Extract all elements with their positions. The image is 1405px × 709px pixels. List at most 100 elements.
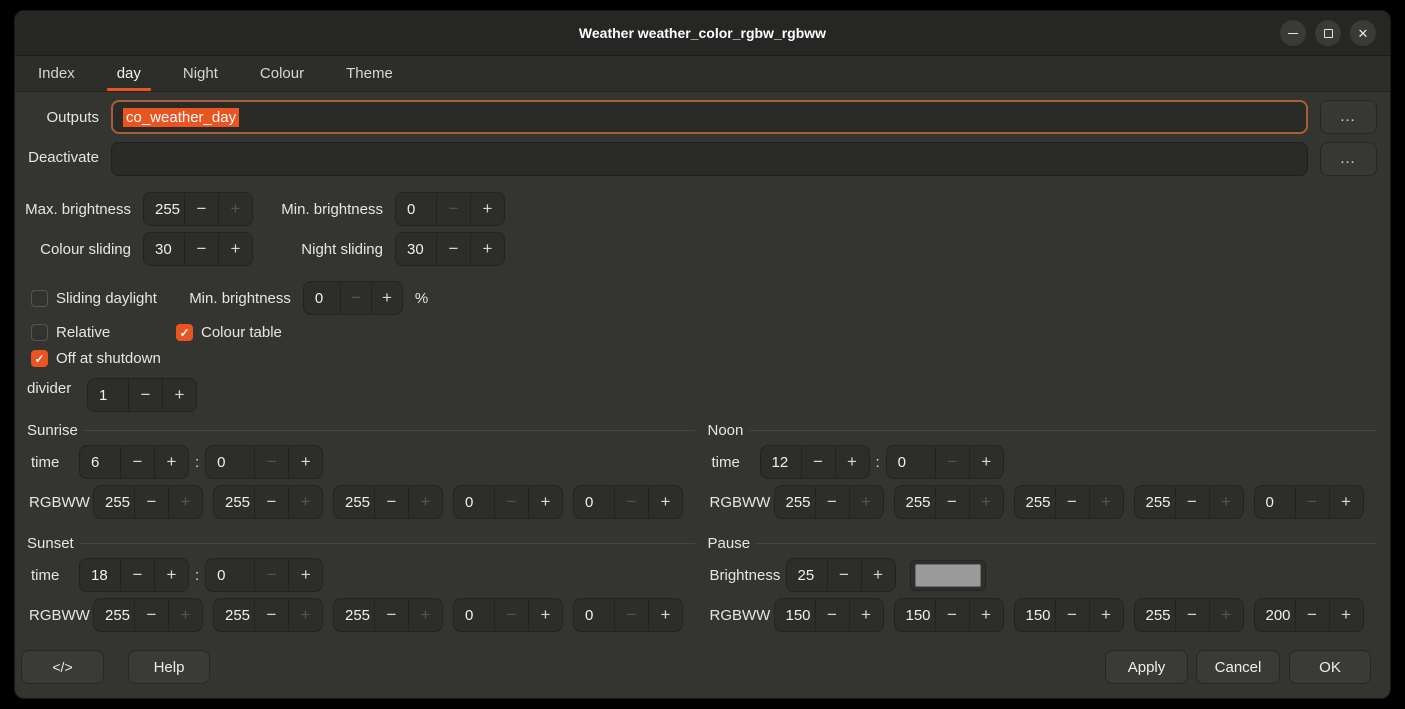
night-sliding-value[interactable]: 30 <box>396 233 436 265</box>
min-brightness-decrement[interactable]: − <box>436 193 470 225</box>
maximize-button[interactable] <box>1315 20 1341 46</box>
colour-sliding-spinner[interactable]: 30 − + <box>143 232 253 266</box>
sunrise-minute-decrement[interactable]: − <box>254 446 288 478</box>
noon-rgbww-w1-spinner[interactable]: 255 − + <box>1134 485 1244 519</box>
noon-rgbww-g-value[interactable]: 255 <box>895 486 935 518</box>
pause-rgbww-w1-decrement[interactable]: − <box>1175 599 1209 631</box>
noon-rgbww-w2-spinner[interactable]: 0 − + <box>1254 485 1364 519</box>
off-at-shutdown-checkbox[interactable]: ✓ Off at shutdown <box>31 350 161 367</box>
tab-day[interactable]: day <box>96 56 162 91</box>
night-sliding-spinner[interactable]: 30 − + <box>395 232 505 266</box>
sunset-rgbww-w1-value[interactable]: 0 <box>454 599 494 631</box>
sunset-minute-increment[interactable]: + <box>288 559 322 591</box>
sunset-rgbww-r-value[interactable]: 255 <box>94 599 134 631</box>
sunset-rgbww-b-decrement[interactable]: − <box>374 599 408 631</box>
sunset-rgbww-r-spinner[interactable]: 255 − + <box>93 598 203 632</box>
sunrise-rgbww-g-increment[interactable]: + <box>288 486 322 518</box>
noon-rgbww-w2-decrement[interactable]: − <box>1295 486 1329 518</box>
sunrise-rgbww-r-value[interactable]: 255 <box>94 486 134 518</box>
noon-rgbww-r-spinner[interactable]: 255 − + <box>774 485 884 519</box>
close-button[interactable]: ✕ <box>1350 20 1376 46</box>
pause-rgbww-b-spinner[interactable]: 150 − + <box>1014 598 1124 632</box>
sunrise-rgbww-w2-increment[interactable]: + <box>648 486 682 518</box>
sunset-minute-decrement[interactable]: − <box>254 559 288 591</box>
sunset-rgbww-g-increment[interactable]: + <box>288 599 322 631</box>
sunrise-rgbww-w1-increment[interactable]: + <box>528 486 562 518</box>
noon-hour-spinner[interactable]: 12 − + <box>760 445 870 479</box>
sunset-rgbww-w2-value[interactable]: 0 <box>574 599 614 631</box>
sunrise-rgbww-r-spinner[interactable]: 255 − + <box>93 485 203 519</box>
deactivate-browse-button[interactable]: … <box>1320 142 1377 176</box>
sunset-rgbww-w1-decrement[interactable]: − <box>494 599 528 631</box>
sunset-rgbww-w2-decrement[interactable]: − <box>614 599 648 631</box>
outputs-browse-button[interactable]: … <box>1320 100 1377 134</box>
divider-increment[interactable]: + <box>162 379 196 411</box>
pause-rgbww-r-value[interactable]: 150 <box>775 599 815 631</box>
pause-rgbww-w1-increment[interactable]: + <box>1209 599 1243 631</box>
cancel-button[interactable]: Cancel <box>1196 650 1280 684</box>
noon-hour-value[interactable]: 12 <box>761 446 801 478</box>
pause-brightness-decrement[interactable]: − <box>827 559 861 591</box>
sunrise-hour-value[interactable]: 6 <box>80 446 120 478</box>
max-brightness-spinner[interactable]: 255 − + <box>143 192 253 226</box>
pause-rgbww-g-value[interactable]: 150 <box>895 599 935 631</box>
noon-rgbww-w1-increment[interactable]: + <box>1209 486 1243 518</box>
sunrise-rgbww-w2-decrement[interactable]: − <box>614 486 648 518</box>
sunrise-rgbww-w1-decrement[interactable]: − <box>494 486 528 518</box>
sunset-hour-decrement[interactable]: − <box>120 559 154 591</box>
min-brightness-pct-value[interactable]: 0 <box>304 282 340 314</box>
noon-rgbww-b-spinner[interactable]: 255 − + <box>1014 485 1124 519</box>
noon-minute-decrement[interactable]: − <box>935 446 969 478</box>
sunset-minute-spinner[interactable]: 0 − + <box>205 558 323 592</box>
noon-rgbww-g-increment[interactable]: + <box>969 486 1003 518</box>
deactivate-input[interactable] <box>111 142 1308 176</box>
pause-rgbww-r-decrement[interactable]: − <box>815 599 849 631</box>
apply-button[interactable]: Apply <box>1105 650 1188 684</box>
night-sliding-decrement[interactable]: − <box>436 233 470 265</box>
sunrise-hour-increment[interactable]: + <box>154 446 188 478</box>
sunset-rgbww-g-decrement[interactable]: − <box>254 599 288 631</box>
sunset-rgbww-w2-increment[interactable]: + <box>648 599 682 631</box>
sunset-rgbww-g-value[interactable]: 255 <box>214 599 254 631</box>
max-brightness-decrement[interactable]: − <box>184 193 218 225</box>
sunrise-rgbww-g-spinner[interactable]: 255 − + <box>213 485 323 519</box>
ok-button[interactable]: OK <box>1289 650 1371 684</box>
pause-rgbww-b-decrement[interactable]: − <box>1055 599 1089 631</box>
sunrise-rgbww-b-decrement[interactable]: − <box>374 486 408 518</box>
sunset-hour-spinner[interactable]: 18 − + <box>79 558 189 592</box>
min-brightness-value[interactable]: 0 <box>396 193 436 225</box>
min-brightness-pct-spinner[interactable]: 0 − + <box>303 281 403 315</box>
noon-minute-value[interactable]: 0 <box>887 446 935 478</box>
pause-rgbww-g-decrement[interactable]: − <box>935 599 969 631</box>
sunrise-rgbww-b-spinner[interactable]: 255 − + <box>333 485 443 519</box>
sunset-rgbww-w2-spinner[interactable]: 0 − + <box>573 598 683 632</box>
noon-rgbww-r-increment[interactable]: + <box>849 486 883 518</box>
tab-night[interactable]: Night <box>162 56 239 91</box>
noon-rgbww-w2-value[interactable]: 0 <box>1255 486 1295 518</box>
noon-rgbww-r-decrement[interactable]: − <box>815 486 849 518</box>
max-brightness-increment[interactable]: + <box>218 193 252 225</box>
max-brightness-value[interactable]: 255 <box>144 193 184 225</box>
sunrise-hour-spinner[interactable]: 6 − + <box>79 445 189 479</box>
noon-rgbww-w1-value[interactable]: 255 <box>1135 486 1175 518</box>
sunset-rgbww-b-increment[interactable]: + <box>408 599 442 631</box>
pause-rgbww-g-increment[interactable]: + <box>969 599 1003 631</box>
noon-rgbww-b-value[interactable]: 255 <box>1015 486 1055 518</box>
pause-brightness-spinner[interactable]: 25 − + <box>786 558 896 592</box>
colour-sliding-increment[interactable]: + <box>218 233 252 265</box>
sunrise-rgbww-g-value[interactable]: 255 <box>214 486 254 518</box>
night-sliding-increment[interactable]: + <box>470 233 504 265</box>
sunrise-rgbww-w2-spinner[interactable]: 0 − + <box>573 485 683 519</box>
pause-rgbww-r-spinner[interactable]: 150 − + <box>774 598 884 632</box>
sunrise-rgbww-r-increment[interactable]: + <box>168 486 202 518</box>
pause-rgbww-b-value[interactable]: 150 <box>1015 599 1055 631</box>
noon-rgbww-r-value[interactable]: 255 <box>775 486 815 518</box>
sunset-minute-value[interactable]: 0 <box>206 559 254 591</box>
pause-rgbww-w2-spinner[interactable]: 200 − + <box>1254 598 1364 632</box>
min-brightness-pct-increment[interactable]: + <box>371 282 402 314</box>
pause-rgbww-b-increment[interactable]: + <box>1089 599 1123 631</box>
help-button[interactable]: Help <box>128 650 210 684</box>
min-brightness-pct-decrement[interactable]: − <box>340 282 371 314</box>
noon-hour-decrement[interactable]: − <box>801 446 835 478</box>
sunrise-rgbww-w1-spinner[interactable]: 0 − + <box>453 485 563 519</box>
